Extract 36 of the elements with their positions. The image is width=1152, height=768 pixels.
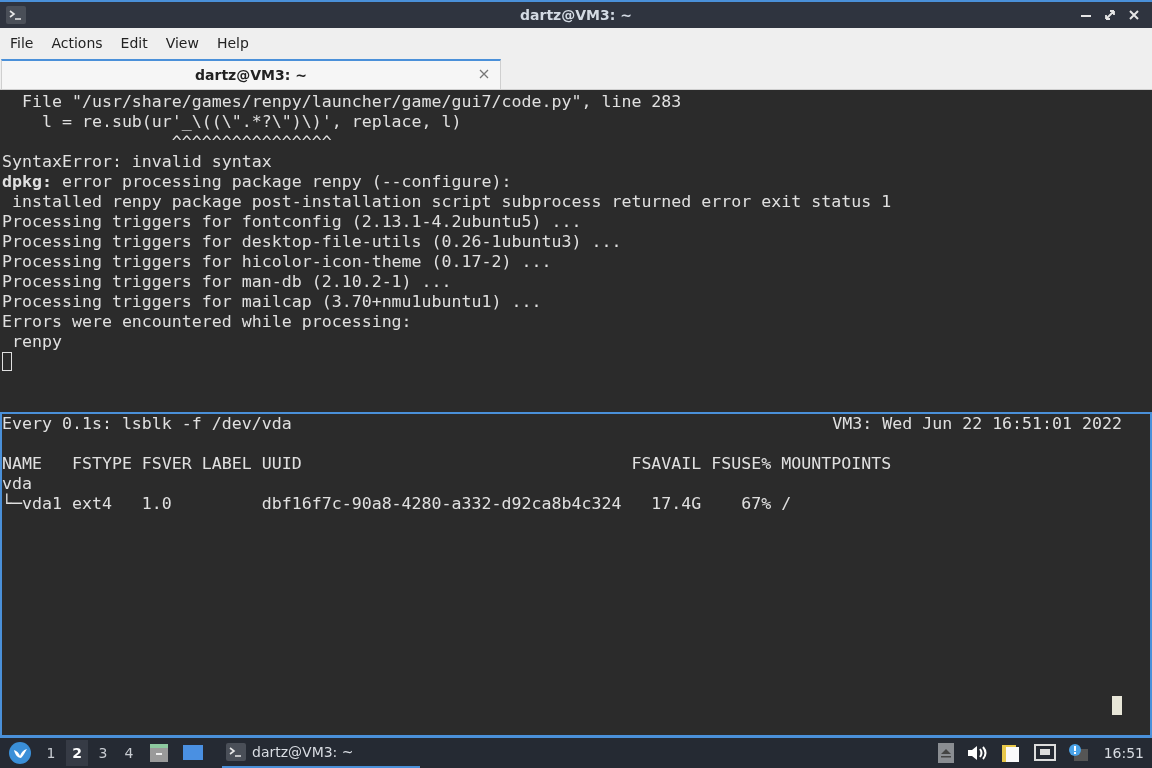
terminal-tab[interactable]: dartz@VM3: ~: [1, 59, 501, 89]
terminal-line: Processing triggers for fontconfig (2.13.1-4.2ubuntu5) ...: [2, 212, 583, 232]
terminal-line: installed renpy package post-installation script subprocess returned error exit status 1: [11, 192, 893, 212]
clock: 16:51: [1102, 745, 1145, 761]
menu-item[interactable]: Actions: [45, 30, 109, 55]
terminal-line: Processing triggers for man-db (2.10.2-1) ...: [2, 272, 453, 292]
menu-item[interactable]: Help: [210, 30, 255, 55]
window-title: dartz@VM3: ~: [520, 7, 632, 23]
terminal-line: Processing triggers for mailcap (3.70+nmu1ubuntu1) ...: [2, 292, 543, 312]
terminal-line: ^^^^^^^^^^^^^^^^: [170, 132, 333, 152]
terminal-line: File "/usr/share/games/renpy/launcher/game/gui7/code.py", line 283: [20, 92, 683, 112]
workspace-button[interactable]: 1: [40, 740, 62, 766]
terminal-line: dpkg: error processing package renpy (--configure):: [2, 172, 513, 192]
terminal-line: Every 0.1s: lsblk -f /dev/vda: [2, 414, 292, 434]
menu-item[interactable]: File: [4, 30, 40, 55]
task-button[interactable]: dartz@VM3: ~: [222, 738, 420, 768]
terminal-icon: [6, 6, 26, 24]
maximize-icon[interactable]: [1104, 9, 1116, 21]
terminal-line: vda: [2, 474, 33, 493]
terminal-line: └─vda1 ext4 1.0 dbf16f7c-90a8-4280-a332-d92ca8b4c324 17.4G 67% /: [2, 494, 793, 514]
terminal-line: renpy: [11, 332, 63, 352]
terminal-line: Processing triggers for hicolor-icon-theme (0.17-2) ...: [2, 252, 553, 272]
terminal-pane[interactable]: Every 0.1s: lsblk -f /dev/vda VM3: Wed Jun 22 16:51:01 2022 NAME FSTYPE FSVER LABEL UUID FSAVAIL FSUSE% MOUNTPOINTS vda └─vda1 ext4 1.0 dbf16f7c-90a8-4280-a332-d92ca8b4c324 17.4G 67% /: [0, 412, 1152, 737]
workspace-button[interactable]: 4: [118, 740, 140, 766]
terminal-line: Errors were encountered while processing:: [2, 312, 413, 332]
terminal-icon: [226, 743, 246, 761]
terminal-line: SyntaxError: invalid syntax: [2, 152, 273, 172]
terminal-pane[interactable]: [0, 90, 1152, 412]
workspace-button[interactable]: 2: [66, 740, 88, 766]
terminal-line: NAME FSTYPE FSVER LABEL UUID FSAVAIL FSUSE% MOUNTPOINTS: [2, 454, 893, 474]
terminal-line: Processing triggers for desktop-file-utils (0.26-1ubuntu3) ...: [2, 232, 623, 252]
menu-item[interactable]: Edit: [114, 30, 154, 55]
terminal-line: l = re.sub(ur'_\((\".*?\")\)', replace, l): [40, 112, 463, 132]
menu-item[interactable]: View: [159, 30, 205, 55]
terminal-line: VM3: Wed Jun 22 16:51:01 2022: [832, 414, 1122, 434]
workspace-button[interactable]: 3: [92, 740, 114, 766]
